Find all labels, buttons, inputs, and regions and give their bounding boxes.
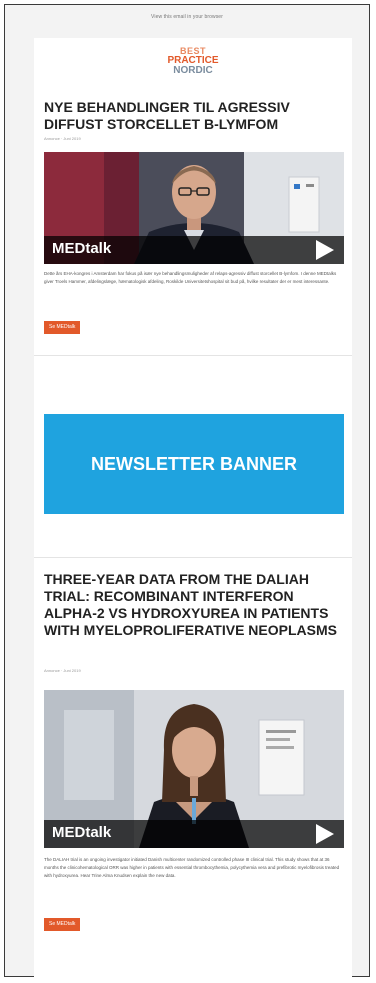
banner-text: NEWSLETTER BANNER: [91, 454, 297, 474]
medtalk-overlay: MEDtalk: [44, 820, 344, 848]
article-2-video-thumbnail[interactable]: MEDtalk: [44, 690, 344, 848]
medtalk-label: MEDtalk: [52, 824, 112, 841]
article-1-meta: Annonce · Juni 2019: [44, 136, 81, 141]
email-frame: View this email in your browser BEST PRA…: [4, 4, 370, 982]
article-1-title[interactable]: NYE BEHANDLINGER TIL AGRESSIV DIFFUST ST…: [44, 99, 344, 133]
medtalk-overlay: MEDtalk: [44, 236, 344, 264]
logo: BEST PRACTICE NORDIC: [34, 46, 352, 76]
article-1-watch-button[interactable]: Se MEDtalk: [44, 321, 81, 334]
article-2-meta: Annonce · Juni 2019: [44, 668, 81, 673]
article-2-watch-button[interactable]: Se MEDtalk: [44, 918, 81, 931]
divider: [34, 557, 352, 558]
article-2-title[interactable]: THREE-YEAR DATA FROM THE DALIAH TRIAL: R…: [44, 571, 344, 639]
medtalk-label: MEDtalk: [52, 240, 112, 257]
play-icon[interactable]: [316, 240, 334, 260]
view-in-browser-link[interactable]: View this email in your browser: [5, 14, 369, 20]
article-2-body: The DALIAH trial is an ongoing investiga…: [44, 857, 340, 878]
divider: [34, 355, 352, 356]
article-1-body: Dette års EHA-kongres i Amsterdam har fo…: [44, 271, 337, 284]
email-content: BEST PRACTICE NORDIC NYE BEHANDLINGER TI…: [34, 38, 352, 982]
logo-line-3: NORDIC: [173, 65, 213, 76]
play-icon[interactable]: [316, 824, 334, 844]
newsletter-banner[interactable]: NEWSLETTER BANNER: [44, 414, 344, 514]
article-1-video-thumbnail[interactable]: MEDtalk: [44, 152, 344, 264]
